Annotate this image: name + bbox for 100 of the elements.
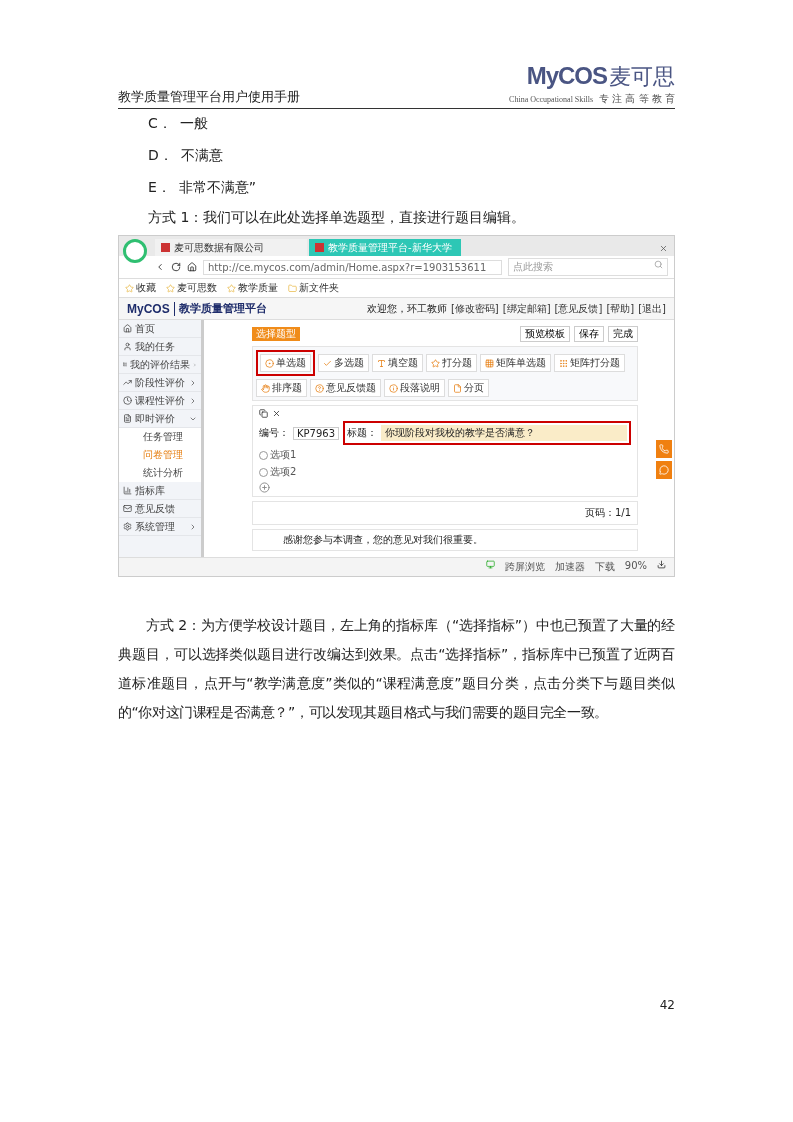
sidebar-item[interactable]: 指标库	[119, 482, 201, 500]
logo-tagline: China Occupational Skills	[509, 94, 594, 104]
monitor-icon	[485, 560, 495, 569]
radio-option[interactable]: 选项1	[259, 448, 631, 462]
option-text: 非常不满意”	[178, 179, 257, 197]
bookmark-item[interactable]: 收藏	[125, 281, 156, 295]
document-icon	[123, 414, 132, 423]
field-label: 标题：	[347, 426, 378, 440]
toolbar-button[interactable]: 保存	[574, 326, 604, 342]
add-icon[interactable]	[259, 482, 270, 493]
toolbar-button[interactable]: 预览模板	[520, 326, 570, 342]
line-chart-icon	[123, 378, 132, 387]
list-icon	[123, 360, 128, 369]
sidebar-item[interactable]: 阶段性评价	[119, 374, 201, 392]
question-type-button[interactable]: 填空题	[372, 354, 423, 372]
page-number: 42	[658, 998, 675, 1012]
header-link[interactable]: [修改密码]	[450, 301, 499, 316]
question-type-button[interactable]: 排序题	[256, 379, 307, 397]
question-icon	[315, 383, 324, 393]
favicon-icon	[315, 243, 324, 252]
question-type-button[interactable]: 打分题	[426, 354, 477, 372]
app-logo: MyCOS	[127, 301, 175, 316]
app-title: 教学质量管理平台	[178, 301, 267, 316]
sidebar-item[interactable]: 我的评价结果	[119, 356, 201, 374]
browser-tab[interactable]: 麦可思数据有限公司	[155, 239, 307, 256]
status-item[interactable]: 加速器	[554, 560, 585, 574]
star-icon	[431, 358, 440, 368]
option-text: 不满意	[180, 147, 223, 165]
text-icon	[377, 358, 386, 368]
sidebar-item[interactable]: 意见反馈	[119, 500, 201, 518]
radio-option[interactable]: 选项2	[259, 465, 631, 479]
refresh-icon[interactable]	[171, 262, 181, 272]
file-icon	[453, 383, 462, 393]
status-item[interactable]: 跨屏浏览	[504, 560, 545, 574]
address-field[interactable]: http://ce.mycos.com/admin/Home.aspx?r=1903153611	[203, 259, 502, 275]
end-note: 感谢您参与本调查，您的意见对我们很重要。	[252, 529, 638, 551]
radio-icon	[265, 358, 274, 368]
bookmark-item[interactable]: 新文件夹	[288, 281, 339, 295]
gear-icon	[123, 522, 132, 531]
close-icon[interactable]	[659, 244, 668, 253]
option-letter: C．	[148, 115, 172, 133]
back-icon[interactable]	[155, 262, 165, 272]
question-type-button[interactable]: 矩阵打分题	[554, 354, 625, 372]
hand-icon	[261, 383, 270, 393]
grid-icon	[485, 358, 494, 368]
document-title: 教学质量管理平台用户使用手册	[118, 88, 300, 106]
status-item[interactable]: 90%	[624, 560, 647, 574]
logo-brand: MyCOS	[526, 62, 607, 90]
person-icon	[123, 342, 132, 351]
house-icon	[123, 324, 132, 333]
sidebar-item[interactable]: 课程性评价	[119, 392, 201, 410]
intro-text: 方式 1：我们可以在此处选择单选题型，直接进行题目编辑。	[148, 209, 527, 227]
header-link[interactable]: [退出]	[638, 301, 666, 316]
dots-icon	[559, 358, 568, 368]
sidebar-subitem[interactable]: 统计分析	[119, 464, 201, 482]
favicon-icon	[161, 243, 170, 252]
page-info: 页码：1/1	[584, 507, 631, 518]
sidebar-item[interactable]: 系统管理	[119, 518, 201, 536]
bar-chart-icon	[123, 486, 132, 495]
logo-name: 麦可思	[609, 63, 675, 91]
option-letter: D．	[148, 147, 173, 165]
check-icon	[323, 358, 332, 368]
copy-icon[interactable]	[259, 409, 268, 418]
option-letter: E．	[148, 179, 171, 197]
number-field[interactable]: KP7963	[293, 426, 340, 440]
question-type-button[interactable]: 多选题	[318, 354, 369, 372]
folder-icon	[288, 283, 297, 293]
header-link[interactable]: [意见反馈]	[554, 301, 603, 316]
question-type-button[interactable]: 意见反馈题	[310, 379, 381, 397]
bookmark-item[interactable]: 教学质量	[227, 281, 278, 295]
chevron-right-icon	[189, 522, 197, 531]
question-type-button[interactable]: 单选题	[260, 354, 311, 372]
toolbar-button[interactable]: 完成	[608, 326, 638, 342]
bookmark-item[interactable]: 麦可思数	[166, 281, 217, 295]
clock-icon	[123, 396, 132, 405]
sidebar-subitem[interactable]: 任务管理	[119, 428, 201, 446]
star-icon	[227, 283, 236, 293]
option-text: 一般	[179, 115, 208, 133]
close-icon[interactable]	[272, 409, 281, 418]
sidebar-item[interactable]: 我的任务	[119, 338, 201, 356]
title-field[interactable]: 你现阶段对我校的教学是否满意？	[381, 425, 627, 441]
download-icon	[657, 560, 666, 569]
envelope-icon	[123, 504, 132, 513]
welcome-text: 欢迎您，环工教师	[366, 301, 447, 316]
body-paragraph: 方式 2：为方便学校设计题目，左上角的指标库（“选择指标”）中也已预置了大量的经典题目，可以选择类似题目进行改编达到效果。点击“选择指标”，指标库中已预置了近两百道标准题目，点开与“教学满意度”类似的“课程满意度”题目分类，点击分类下与题目类似的“你对这门课程是否满意？”，可以发现其题目格式与我们需要的题目完全一致。	[118, 616, 675, 722]
status-item[interactable]: 下载	[594, 560, 615, 574]
info-icon	[389, 383, 398, 393]
star-icon	[125, 283, 134, 293]
question-type-button[interactable]: 矩阵单选题	[480, 354, 551, 372]
question-type-button[interactable]: 段落说明	[384, 379, 445, 397]
field-label: 编号：	[259, 426, 289, 440]
sidebar-item[interactable]: 首页	[119, 320, 201, 338]
question-type-button[interactable]: 分页	[448, 379, 489, 397]
header-link[interactable]: [绑定邮箱]	[502, 301, 551, 316]
home-icon[interactable]	[187, 262, 197, 272]
logo-tagline: 专 注 高 等 教 育	[599, 92, 675, 106]
browser-logo-icon	[123, 239, 147, 263]
header-link[interactable]: [帮助]	[606, 301, 635, 316]
section-tag: 选择题型	[252, 327, 300, 341]
star-icon	[166, 283, 175, 293]
